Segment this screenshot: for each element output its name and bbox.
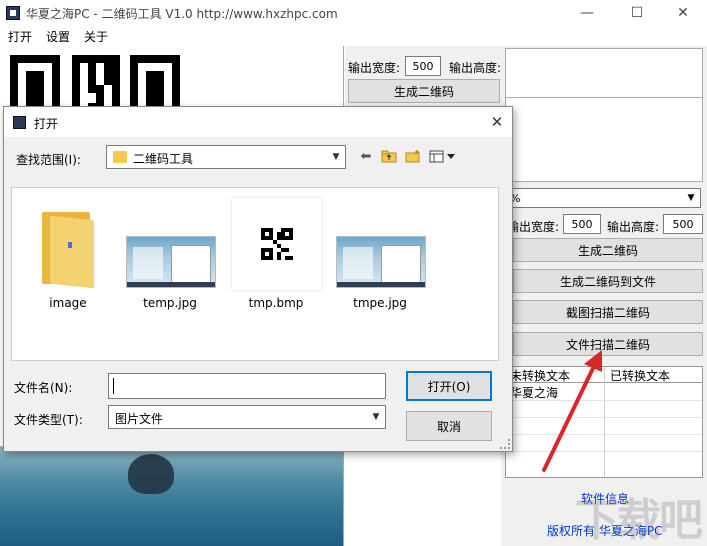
close-button[interactable]: ✕ [660, 0, 706, 26]
image-thumbnail-icon [126, 198, 216, 290]
dialog-close-icon[interactable]: ✕ [482, 107, 512, 137]
file-list[interactable]: image temp.jpg tmp.bmp tmpe.jpg [11, 187, 499, 361]
new-folder-icon[interactable] [404, 147, 422, 165]
filetype-select[interactable]: 图片文件 ▼ [108, 405, 386, 429]
generate-qr-right-button[interactable]: 生成二维码 [513, 238, 703, 262]
right-width-field[interactable]: 500 [563, 214, 601, 234]
view-menu-icon[interactable] [428, 147, 458, 165]
list-item[interactable]: image [20, 196, 116, 326]
screenshot-scan-button[interactable]: 截图扫描二维码 [513, 300, 703, 324]
qr-thumbnail-icon [232, 198, 322, 290]
filetype-label: 文件类型(T): [14, 413, 83, 427]
output-width-field[interactable]: 500 [405, 56, 441, 76]
generate-qr-to-file-button[interactable]: 生成二维码到文件 [513, 269, 703, 293]
right-width-label: 输出宽度: [507, 220, 560, 234]
menu-open[interactable]: 打开 [8, 28, 32, 45]
text-input-area[interactable] [505, 48, 703, 182]
chevron-down-icon[interactable]: ▼ [327, 146, 345, 168]
text-caret [113, 378, 114, 394]
open-file-dialog: 打开 ✕ 查找范围(I): 二维码工具 ▼ ⬅ image temp.jpg t… [3, 106, 513, 452]
lookin-value: 二维码工具 [133, 152, 194, 166]
folder-icon [113, 151, 127, 163]
right-height-label: 输出高度: [607, 220, 660, 234]
folder-icon [24, 198, 114, 290]
image-thumbnail-icon [336, 198, 426, 290]
column-converted[interactable]: 已转换文本 [610, 367, 670, 383]
back-arrow-icon[interactable]: ⬅ [358, 147, 374, 165]
list-item[interactable]: tmpe.jpg [332, 196, 428, 326]
up-folder-icon[interactable] [380, 147, 398, 165]
maximize-button[interactable]: ☐ [614, 0, 660, 26]
right-height-field[interactable]: 500 [663, 214, 703, 234]
watermark: 下载吧 [575, 495, 703, 546]
annotation-arrow [542, 350, 602, 472]
file-name: tmpe.jpg [353, 296, 407, 310]
file-name: temp.jpg [143, 296, 197, 310]
output-height-label: 输出高度: [449, 61, 502, 75]
list-item[interactable]: temp.jpg [122, 196, 218, 326]
lookin-label: 查找范围(I): [16, 153, 81, 167]
error-level-select[interactable]: % ▼ [505, 188, 701, 208]
filetype-value: 图片文件 [115, 412, 164, 426]
file-name: image [49, 296, 87, 310]
photo-figure [128, 454, 174, 494]
list-item[interactable]: tmp.bmp [228, 196, 324, 326]
filename-input[interactable] [108, 373, 386, 399]
menu-about[interactable]: 关于 [84, 28, 108, 45]
resize-grip[interactable] [500, 439, 510, 449]
window-title: 华夏之海PC - 二维码工具 V1.0 http://www.hxzhpc.co… [26, 7, 338, 21]
open-button[interactable]: 打开(O) [406, 371, 492, 401]
chevron-down-icon[interactable]: ▼ [367, 406, 385, 428]
cancel-button[interactable]: 取消 [406, 411, 492, 441]
app-icon [6, 6, 20, 20]
menu-settings[interactable]: 设置 [46, 28, 70, 45]
file-name: tmp.bmp [248, 296, 304, 310]
main-titlebar: 华夏之海PC - 二维码工具 V1.0 http://www.hxzhpc.co… [0, 0, 707, 26]
dialog-app-icon [13, 116, 26, 129]
minimize-button[interactable]: — [564, 0, 610, 26]
lookin-select[interactable]: 二维码工具 ▼ [106, 145, 346, 169]
divider [506, 97, 702, 98]
dialog-title: 打开 [34, 117, 59, 131]
output-settings: 输出宽度: 500 输出高度: 生成二维码 [345, 46, 501, 106]
background-photo [0, 446, 343, 546]
menubar: 打开 设置 关于 [0, 26, 707, 46]
filename-label: 文件名(N): [14, 381, 73, 395]
output-width-label: 输出宽度: [348, 61, 401, 75]
dialog-titlebar: 打开 ✕ [4, 107, 512, 137]
generate-qr-button[interactable]: 生成二维码 [348, 79, 500, 103]
chevron-down-icon[interactable]: ▼ [684, 191, 698, 205]
